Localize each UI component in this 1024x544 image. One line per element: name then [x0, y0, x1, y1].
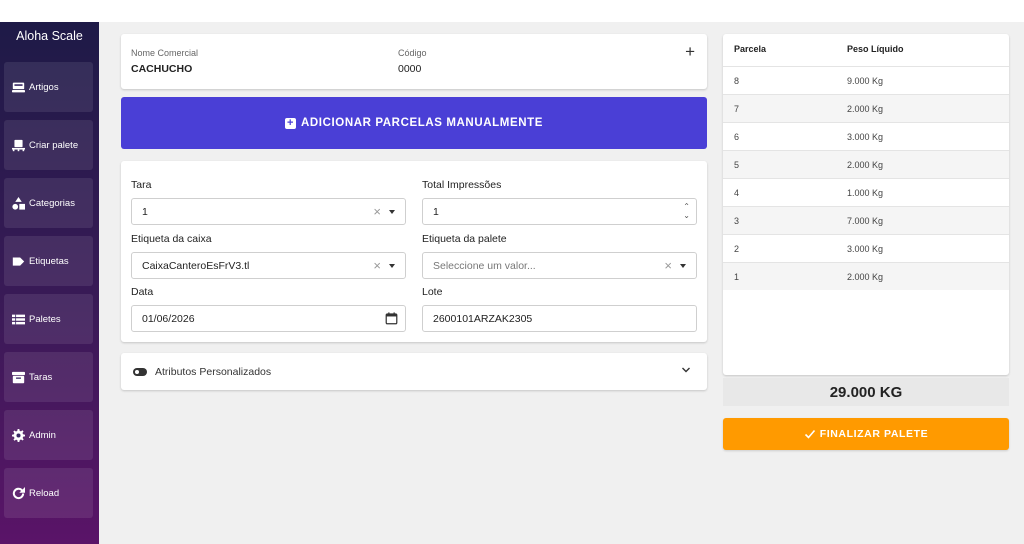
parcela-cell: 3 — [734, 216, 740, 226]
shapes-icon — [12, 196, 25, 210]
etiqueta-caixa-value: CaixaCanteroEsFrV3.tl — [142, 259, 250, 272]
column-header-peso: Peso Líquido — [847, 44, 904, 54]
spinner-icon[interactable]: ⌃ ⌄ — [683, 202, 690, 220]
product-header-card: Nome Comercial CACHUCHO Código 0000 + — [121, 34, 707, 89]
add-parcels-label: ADICIONAR PARCELAS MANUALMENTE — [300, 117, 544, 129]
impressoes-value: 1 — [433, 205, 439, 218]
peso-cell: 2.000 Kg — [847, 272, 884, 282]
name-label: Nome Comercial — [131, 48, 199, 58]
impressoes-number-input[interactable]: 1 ⌃ ⌄ — [422, 198, 697, 225]
tara-label: Tara — [131, 179, 152, 191]
plus-square-icon: + — [284, 116, 296, 129]
chevron-down-icon[interactable] — [389, 264, 395, 268]
etiqueta-palete-label: Etiqueta da palete — [422, 233, 507, 245]
parcela-cell: 8 — [734, 76, 740, 86]
peso-cell: 3.000 Kg — [847, 244, 884, 254]
parcela-cell: 2 — [734, 244, 740, 254]
finalize-label: FINALIZAR PALETE — [819, 428, 929, 440]
finalize-palette-button[interactable]: FINALIZAR PALETE — [723, 418, 1009, 450]
peso-cell: 9.000 Kg — [847, 76, 884, 86]
table-row: 4 1.000 Kg — [723, 178, 1009, 206]
peso-cell: 7.000 Kg — [847, 216, 884, 226]
etiqueta-palete-select[interactable]: Seleccione um valor... × — [422, 252, 697, 279]
app-brand: Aloha Scale — [16, 29, 83, 43]
sidebar-item-taras[interactable]: Taras — [4, 352, 93, 402]
column-header-parcela: Parcela — [734, 44, 767, 54]
peso-cell: 1.000 Kg — [847, 188, 884, 198]
peso-cell: 3.000 Kg — [847, 132, 884, 142]
lote-label: Lote — [422, 286, 443, 298]
sidebar-item-label: Categorias — [29, 197, 75, 209]
sidebar-item-categorias[interactable]: Categorias — [4, 178, 93, 228]
clear-icon[interactable]: × — [664, 259, 672, 272]
parcels-table: Parcela Peso Líquido 8 9.000 Kg 7 2.000 … — [723, 34, 1009, 375]
sidebar-item-criar-palete[interactable]: Criar palete — [4, 120, 93, 170]
parcela-cell: 7 — [734, 104, 740, 114]
sidebar-item-etiquetas[interactable]: Etiquetas — [4, 236, 93, 286]
total-weight: 29.000 KG — [723, 378, 1009, 406]
tara-value: 1 — [142, 205, 148, 218]
gear-icon — [12, 428, 25, 442]
data-label: Data — [131, 286, 154, 298]
code-value: 0000 — [398, 63, 422, 75]
toggle-icon — [133, 368, 147, 376]
parcela-cell: 5 — [734, 160, 740, 170]
sidebar-item-label: Etiquetas — [29, 255, 69, 267]
etiqueta-caixa-label: Etiqueta da caixa — [131, 233, 212, 245]
table-row: 1 2.000 Kg — [723, 262, 1009, 290]
date-input[interactable]: 01/06/2026 — [131, 305, 406, 332]
sidebar-item-artigos[interactable]: Artigos — [4, 62, 93, 112]
sidebar-item-label: Paletes — [29, 313, 61, 325]
etiqueta-caixa-select[interactable]: CaixaCanteroEsFrV3.tl × — [131, 252, 406, 279]
sidebar-item-label: Admin — [29, 429, 56, 441]
custom-attributes-label: Atributos Personalizados — [155, 366, 272, 378]
parcela-cell: 6 — [734, 132, 740, 142]
add-parcels-manually-button[interactable]: + ADICIONAR PARCELAS MANUALMENTE — [121, 97, 707, 149]
peso-cell: 2.000 Kg — [847, 104, 884, 114]
name-value: CACHUCHO — [131, 63, 193, 75]
chevron-down-icon[interactable] — [680, 264, 686, 268]
etiqueta-palete-placeholder: Seleccione um valor... — [433, 259, 536, 272]
parcela-cell: 1 — [734, 272, 740, 282]
code-label: Código — [398, 48, 427, 58]
sidebar-item-admin[interactable]: Admin — [4, 410, 93, 460]
reload-icon — [12, 486, 25, 499]
lote-input[interactable]: 2600101ARZAK2305 — [422, 305, 697, 332]
scale-icon — [12, 82, 25, 92]
date-value: 01/06/2026 — [142, 312, 195, 325]
archive-icon — [12, 371, 25, 383]
tag-icon — [12, 256, 25, 266]
sidebar: Aloha Scale Artigos Criar palete Categor… — [0, 22, 99, 544]
peso-cell: 2.000 Kg — [847, 160, 884, 170]
palette-form-card: Tara 1 × Total Impressões 1 ⌃ ⌄ Etiqueta … — [121, 161, 707, 342]
sidebar-item-label: Criar palete — [29, 139, 79, 151]
clear-icon[interactable]: × — [373, 259, 381, 272]
table-row: 2 3.000 Kg — [723, 234, 1009, 262]
add-icon[interactable]: + — [685, 43, 695, 60]
list-icon — [12, 314, 25, 324]
check-icon — [804, 429, 815, 439]
sidebar-item-reload[interactable]: Reload — [4, 468, 93, 518]
tara-select[interactable]: 1 × — [131, 198, 406, 225]
main-content: Nome Comercial CACHUCHO Código 0000 + + … — [99, 22, 1024, 544]
calendar-icon[interactable] — [385, 312, 398, 325]
sidebar-item-label: Reload — [29, 487, 60, 499]
impressoes-label: Total Impressões — [422, 179, 502, 191]
table-row: 7 2.000 Kg — [723, 94, 1009, 122]
sidebar-item-label: Taras — [29, 371, 53, 383]
table-row: 6 3.000 Kg — [723, 122, 1009, 150]
table-row: 8 9.000 Kg — [723, 66, 1009, 94]
table-row: 3 7.000 Kg — [723, 206, 1009, 234]
chevron-down-icon[interactable] — [389, 210, 395, 214]
parcela-cell: 4 — [734, 188, 740, 198]
sidebar-item-paletes[interactable]: Paletes — [4, 294, 93, 344]
pallet-icon — [12, 139, 25, 151]
table-row: 5 2.000 Kg — [723, 150, 1009, 178]
chevron-down-icon[interactable] — [681, 365, 691, 375]
clear-icon[interactable]: × — [373, 205, 381, 218]
lote-value: 2600101ARZAK2305 — [433, 312, 533, 325]
sidebar-item-label: Artigos — [29, 81, 59, 93]
custom-attributes-accordion[interactable]: Atributos Personalizados — [121, 353, 707, 390]
